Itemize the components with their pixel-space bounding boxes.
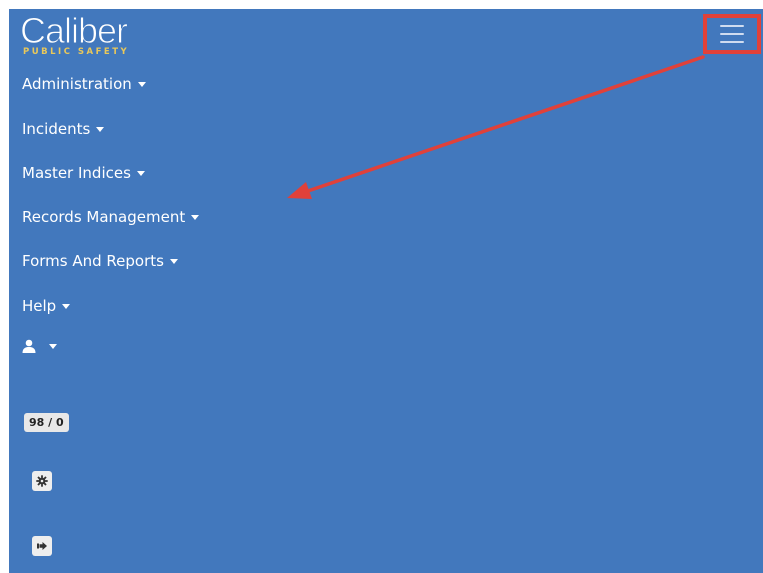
- hamburger-menu-button[interactable]: [703, 14, 761, 54]
- caret-down-icon: [191, 214, 200, 220]
- menu-item-label: Administration: [22, 75, 132, 93]
- menu-item-label: Forms And Reports: [22, 252, 164, 270]
- user-icon: [22, 339, 36, 353]
- navbar-collapsed-menu: Caliber PUBLIC SAFETY Administration Inc…: [9, 9, 763, 573]
- logout-button[interactable]: [32, 536, 52, 556]
- menu-item-label: Records Management: [22, 208, 186, 226]
- caret-down-icon: [49, 343, 57, 349]
- caret-down-icon: [136, 170, 145, 176]
- logo-subtitle: PUBLIC SAFETY: [23, 47, 130, 57]
- menu-item-incidents[interactable]: Incidents: [22, 120, 105, 138]
- caret-down-icon: [169, 258, 178, 264]
- logo-wordmark: Caliber: [19, 10, 128, 51]
- settings-button[interactable]: [32, 471, 52, 491]
- sign-out-icon: [37, 542, 47, 550]
- caret-down-icon: [96, 126, 105, 132]
- user-menu-dropdown[interactable]: [22, 339, 57, 353]
- menu-item-help[interactable]: Help: [22, 297, 71, 315]
- menu-item-forms-and-reports[interactable]: Forms And Reports: [22, 252, 178, 270]
- menu-item-label: Help: [22, 297, 57, 315]
- counter-badge[interactable]: 98 / 0: [24, 413, 69, 432]
- menu-item-label: Incidents: [22, 120, 91, 138]
- gear-icon: [36, 475, 48, 487]
- menu-item-label: Master Indices: [22, 164, 131, 182]
- caret-down-icon: [137, 81, 146, 87]
- caliber-logo[interactable]: Caliber PUBLIC SAFETY: [19, 10, 160, 63]
- hamburger-menu-icon: [720, 25, 744, 27]
- menu-item-records-management[interactable]: Records Management: [22, 208, 200, 226]
- menu-item-administration[interactable]: Administration: [22, 75, 146, 93]
- caret-down-icon: [62, 303, 71, 309]
- menu-item-master-indices[interactable]: Master Indices: [22, 164, 145, 182]
